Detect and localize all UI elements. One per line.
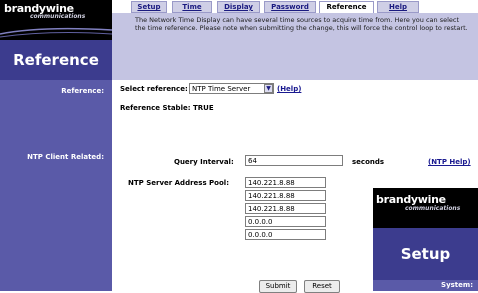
reference-help-link[interactable]: (Help) [277, 85, 301, 93]
reset-button[interactable]: Reset [304, 280, 340, 293]
submit-button[interactable]: Submit [259, 280, 297, 293]
popup-brand-logo-subtext: communications [405, 205, 461, 212]
tab-reference[interactable]: Reference [319, 1, 374, 13]
brand-swoosh-icon [0, 27, 112, 38]
query-interval-label: Query Interval: [174, 158, 234, 166]
ntp-server-pool-label: NTP Server Address Pool: [128, 179, 229, 187]
reference-select-value: NTP Time Server [192, 85, 251, 93]
left-label-reference: Reference: [61, 87, 104, 95]
reference-stable-value: TRUE [193, 104, 214, 112]
reference-stable-label: Reference Stable: [120, 104, 191, 112]
query-interval-input[interactable]: 64 [245, 155, 343, 166]
tab-setup[interactable]: Setup [131, 1, 167, 13]
select-reference-label: Select reference: [120, 85, 188, 93]
tab-time[interactable]: Time [172, 1, 212, 13]
ntp-server-address-4[interactable]: 0.0.0.0 [245, 216, 326, 227]
description-text: The Network Time Display can have severa… [135, 16, 468, 32]
tab-display[interactable]: Display [217, 1, 260, 13]
popup-page-title: Setup [373, 228, 478, 280]
ntp-server-address-1[interactable]: 140.221.8.88 [245, 177, 326, 188]
tab-help[interactable]: Help [377, 1, 419, 13]
reference-select[interactable]: NTP Time Server [189, 83, 274, 94]
ntp-server-address-3[interactable]: 140.221.8.88 [245, 203, 326, 214]
tab-password[interactable]: Password [264, 1, 316, 13]
ntp-server-address-2[interactable]: 140.221.8.88 [245, 190, 326, 201]
ntp-server-address-5[interactable]: 0.0.0.0 [245, 229, 326, 240]
ntp-help-link[interactable]: (NTP Help) [428, 158, 471, 166]
brand-logo-subtext: communications [30, 13, 86, 20]
left-label-ntp-client: NTP Client Related: [27, 153, 104, 161]
page-title: Reference [0, 40, 112, 80]
popup-system-label: System: [441, 281, 473, 289]
query-interval-unit: seconds [352, 158, 385, 166]
chevron-down-icon[interactable]: ▼ [264, 84, 273, 93]
